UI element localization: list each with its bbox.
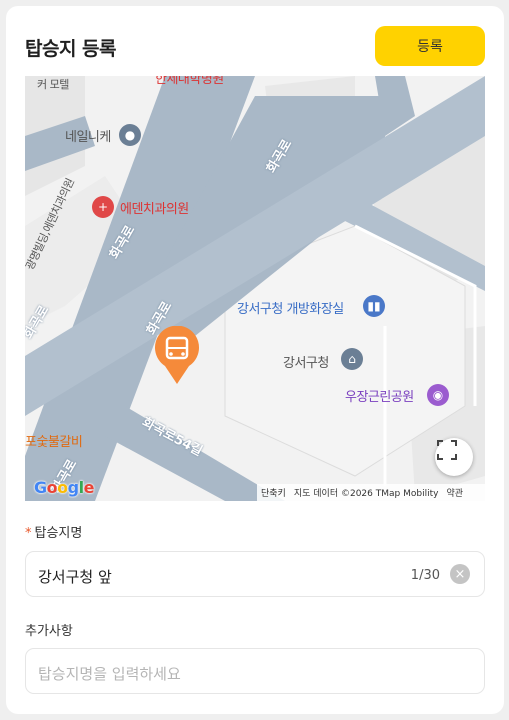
nail-shop-icon: ●: [119, 124, 141, 146]
map-view[interactable]: 한세대학병원 커 모텔 네일니케 ● 에덴치과의원 + 광명빌딩,에덴치과의원 …: [25, 76, 485, 501]
restroom-icon: ▮▮: [363, 295, 385, 317]
extra-info-label: 추가사항: [25, 624, 73, 639]
poi-dental-label[interactable]: 에덴치과의원: [120, 198, 189, 217]
google-logo: Google: [34, 478, 94, 497]
required-mark: *: [25, 526, 32, 541]
char-count: 1/30: [410, 568, 440, 583]
expand-map-button[interactable]: [435, 438, 473, 476]
page-title: 탑승지 등록: [25, 38, 117, 60]
fullscreen-icon: [437, 440, 457, 460]
poi-top-partial: 한세대학병원: [155, 76, 224, 87]
camera-icon: ◉: [427, 384, 449, 406]
stop-name-label-text: 탑승지명: [34, 526, 83, 541]
bus-stop-marker-icon[interactable]: [153, 326, 201, 386]
register-button[interactable]: 등록: [375, 26, 485, 66]
clear-icon[interactable]: ×: [450, 564, 470, 584]
poi-office-label[interactable]: 강서구청: [283, 352, 329, 371]
poi-park-label[interactable]: 우장근린공원: [345, 386, 414, 405]
map-data-credit: 지도 데이터 ©2026 TMap Mobility: [293, 489, 439, 499]
poi-nail-label[interactable]: 네일니케: [65, 126, 111, 145]
poi-toilet-label[interactable]: 강서구청 개방화장실: [237, 298, 344, 317]
poi-top-left-partial: 커 모텔: [37, 78, 69, 91]
government-icon: ⌂: [341, 348, 363, 370]
terms-link[interactable]: 약관: [446, 486, 463, 499]
poi-restaurant-label[interactable]: 포숯불갈비: [25, 431, 83, 450]
stop-name-input[interactable]: 강서구청 앞 1/30 ×: [25, 551, 485, 597]
extra-info-input[interactable]: 탑승지명을 입력하세요: [25, 648, 485, 694]
stop-name-value[interactable]: 강서구청 앞: [38, 566, 112, 587]
map-attribution: 단축키 지도 데이터 ©2026 TMap Mobility 약관: [257, 484, 485, 501]
shortcut-link[interactable]: 단축키: [261, 486, 286, 499]
stop-name-label: * 탑승지명: [25, 522, 82, 541]
hospital-icon: +: [92, 196, 114, 218]
extra-info-placeholder: 탑승지명을 입력하세요: [38, 665, 181, 683]
